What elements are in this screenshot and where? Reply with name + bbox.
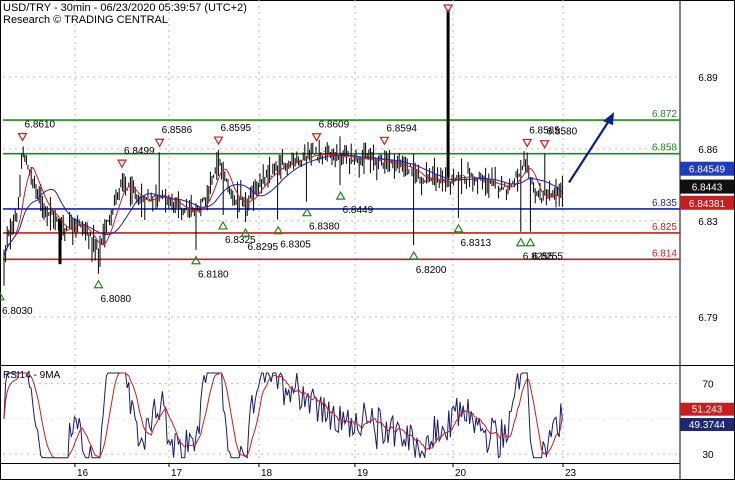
swing-high-marker xyxy=(539,140,550,149)
price-box-label: 6.84549 xyxy=(689,165,726,176)
level-label: 6.814 xyxy=(652,248,677,259)
swing-low-label: 6.8295 xyxy=(248,242,279,253)
swing-low-marker xyxy=(525,237,536,247)
level-label: 6.825 xyxy=(652,222,677,233)
swing-low-label: 6.8080 xyxy=(101,294,132,305)
swing-low-label: 6.8380 xyxy=(309,222,340,233)
level-label: 6.835 xyxy=(652,198,677,209)
time-tick-label: 17 xyxy=(171,468,183,479)
swing-high-marker xyxy=(116,159,128,169)
price-box-label: 6.84381 xyxy=(689,199,726,210)
swing-low-marker xyxy=(301,207,313,217)
swing-low-marker xyxy=(190,255,202,265)
swing-low-label: 6.8030 xyxy=(2,306,33,317)
time-tick-label: 19 xyxy=(357,468,369,479)
rsi-tick-label: 70 xyxy=(702,380,714,391)
swing-high-label: 6.8609 xyxy=(319,120,350,131)
swing-high-marker xyxy=(154,138,165,148)
swing-low-marker xyxy=(515,237,526,247)
swing-low-label: 6.8180 xyxy=(198,270,229,281)
swing-high-marker xyxy=(213,136,224,146)
level-label: 6.858 xyxy=(652,143,677,154)
spike-high-marker xyxy=(443,4,454,14)
swing-high-marker xyxy=(379,136,390,146)
price-tick-label: 6.79 xyxy=(698,313,718,324)
swing-low-marker xyxy=(453,223,464,233)
price-tick-label: 6.89 xyxy=(698,73,718,84)
swing-low-label: 6.8449 xyxy=(343,205,374,216)
time-tick-label: 23 xyxy=(565,468,577,479)
rsi-value-label: 49.3744 xyxy=(689,420,726,431)
swing-high-label: 6.8586 xyxy=(162,125,193,136)
rsi-tick-label: 30 xyxy=(702,450,714,461)
swing-low-label: 6.8200 xyxy=(416,265,447,276)
swing-high-marker xyxy=(522,138,533,148)
swing-high-label: 6.8580 xyxy=(547,127,578,138)
swing-high-marker xyxy=(17,132,28,142)
swing-low-label: 6.8255 xyxy=(532,252,563,263)
swing-high-label: 6.8610 xyxy=(25,119,56,130)
swing-high-label: 6.8499 xyxy=(124,146,155,157)
swing-high-marker xyxy=(311,133,322,142)
rsi-ma-value-label: 51.243 xyxy=(692,405,723,416)
price-bars xyxy=(3,136,563,286)
rsi-title: RSI14 - 9MA xyxy=(3,370,61,381)
time-tick-label: 18 xyxy=(261,468,273,479)
time-tick-label: 20 xyxy=(455,468,467,479)
swing-high-label: 6.8594 xyxy=(386,123,417,134)
swing-low-marker xyxy=(408,250,419,260)
swing-low-label: 6.8313 xyxy=(461,238,492,249)
price-box-label: 6.8443 xyxy=(692,183,723,194)
level-label: 6.872 xyxy=(652,109,677,120)
swing-high-label: 6.8595 xyxy=(221,123,252,134)
time-tick-label: 16 xyxy=(77,468,89,479)
price-chart: 6.89 6.86 6.83 6.79 16 17 18 19 20 23 6.872 6.858 6.… xyxy=(0,0,735,480)
swing-low-marker xyxy=(217,220,229,230)
swing-low-marker xyxy=(93,279,104,289)
swing-low-marker xyxy=(335,190,346,200)
price-tick-label: 6.86 xyxy=(698,145,718,156)
swing-low-label: 6.8305 xyxy=(280,240,311,251)
rsi-line xyxy=(3,372,563,459)
price-tick-label: 6.83 xyxy=(698,217,718,228)
forecast-arrow-head xyxy=(603,112,614,126)
